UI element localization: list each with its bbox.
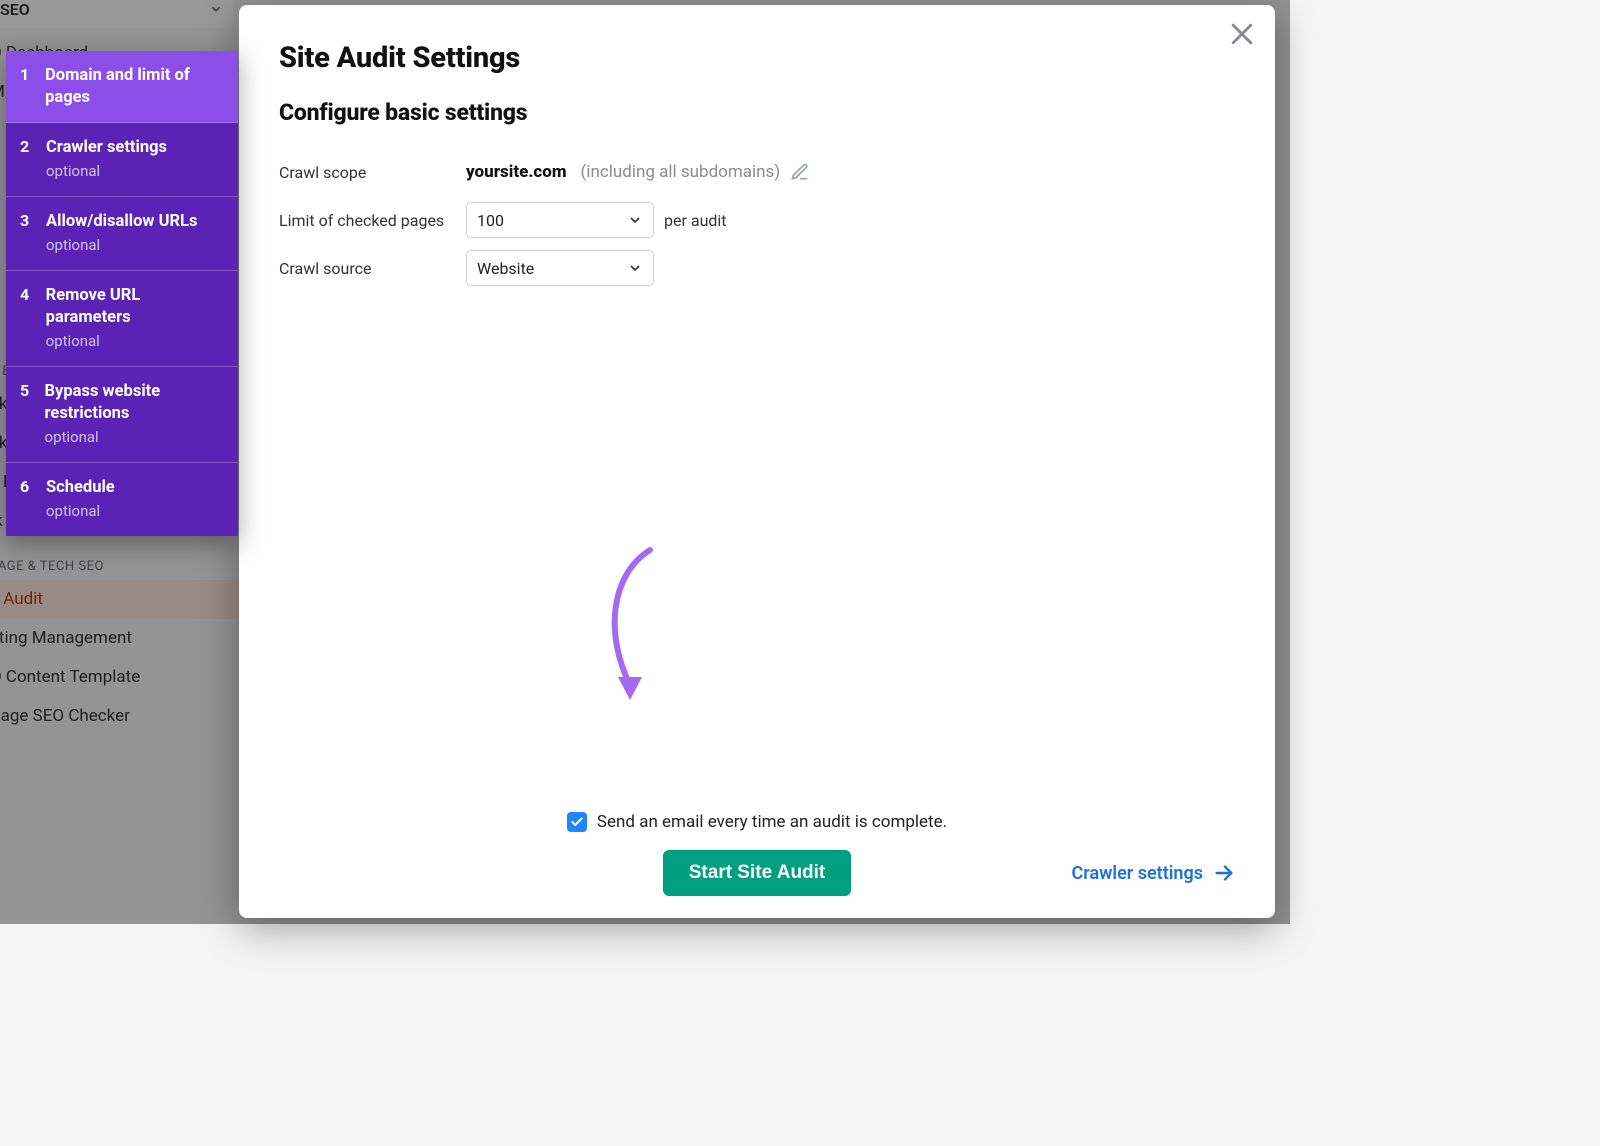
crawl-scope-row: Crawl scope yoursite.com (including all … xyxy=(279,148,1235,196)
step-domain-and-limit[interactable]: 1 Domain and limit of pages xyxy=(6,51,238,123)
limit-pages-select[interactable]: 100 xyxy=(466,202,654,238)
email-checkbox[interactable] xyxy=(567,812,587,832)
step-schedule[interactable]: 6 Schedule optional xyxy=(6,463,238,536)
crawl-source-value: Website xyxy=(477,259,534,278)
crawl-scope-label: Crawl scope xyxy=(279,163,466,182)
modal-subtitle: Configure basic settings xyxy=(279,99,1235,126)
crawl-source-label: Crawl source xyxy=(279,259,466,278)
crawl-source-select[interactable]: Website xyxy=(466,250,654,286)
crawl-scope-note: (including all subdomains) xyxy=(581,162,781,182)
limit-pages-value: 100 xyxy=(477,211,504,230)
chevron-down-icon xyxy=(627,260,643,276)
limit-pages-label: Limit of checked pages xyxy=(279,211,466,230)
crawler-settings-label: Crawler settings xyxy=(1072,863,1203,884)
crawler-settings-link[interactable]: Crawler settings xyxy=(1072,862,1235,884)
modal-title: Site Audit Settings xyxy=(279,41,1235,75)
email-checkbox-label: Send an email every time an audit is com… xyxy=(597,812,947,832)
step-bypass-restrictions[interactable]: 5 Bypass website restrictions optional xyxy=(6,367,238,463)
step-remove-url-parameters[interactable]: 4 Remove URL parameters optional xyxy=(6,271,238,367)
start-site-audit-button[interactable]: Start Site Audit xyxy=(663,850,852,896)
site-audit-settings-modal: Site Audit Settings Configure basic sett… xyxy=(239,5,1275,918)
crawl-source-row: Crawl source Website xyxy=(279,244,1235,292)
wizard-steps: 1 Domain and limit of pages 2 Crawler se… xyxy=(6,51,238,536)
pencil-icon xyxy=(790,162,810,182)
edit-crawl-scope-button[interactable] xyxy=(790,162,810,182)
step-allow-disallow-urls[interactable]: 3 Allow/disallow URLs optional xyxy=(6,197,238,271)
arrow-right-icon xyxy=(1213,862,1235,884)
check-icon xyxy=(570,815,584,829)
per-audit-label: per audit xyxy=(664,211,727,230)
limit-pages-row: Limit of checked pages 100 per audit xyxy=(279,196,1235,244)
crawl-scope-domain: yoursite.com xyxy=(466,162,567,182)
step-crawler-settings[interactable]: 2 Crawler settings optional xyxy=(6,123,238,197)
chevron-down-icon xyxy=(627,212,643,228)
